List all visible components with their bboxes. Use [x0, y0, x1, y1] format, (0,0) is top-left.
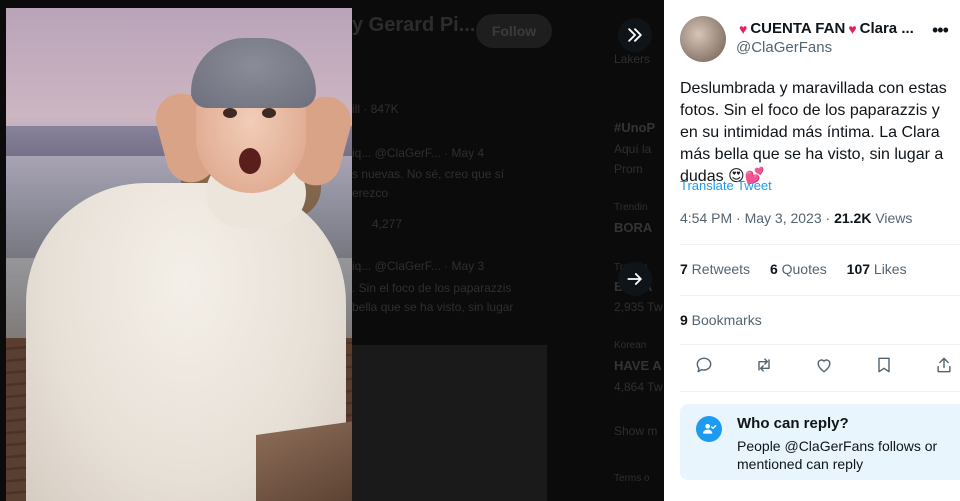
heart-emoji: ♥: [739, 20, 748, 37]
next-media-button[interactable]: [618, 262, 652, 296]
translate-tweet-link[interactable]: Translate Tweet: [680, 178, 772, 193]
background-side-line: 4,864 Tw: [614, 380, 663, 394]
divider: [680, 391, 960, 392]
author-name-text: CUENTA FAN: [750, 20, 846, 37]
author-name-suffix: Clara ...: [859, 20, 914, 37]
divider: [680, 344, 960, 345]
tweet-actions: [694, 355, 954, 380]
likes-label: Likes: [870, 261, 907, 277]
author-name[interactable]: ♥ CUENTA FAN ♥ Clara ...: [736, 20, 914, 37]
background-side-line: Trendin: [614, 202, 648, 213]
background-line: iq... @ClaGerF... · May 4: [352, 146, 485, 160]
retweet-button[interactable]: [754, 355, 774, 380]
divider: [680, 295, 960, 296]
divider: [680, 244, 960, 245]
tweet-photo[interactable]: [6, 8, 352, 501]
author-meta: ♥ CUENTA FAN ♥ Clara ... @ClaGerFans: [736, 20, 914, 62]
who-can-reply-title: Who can reply?: [737, 415, 849, 432]
quotes-label: Quotes: [777, 261, 827, 277]
reply-icon: [696, 357, 712, 373]
share-icon: [937, 357, 951, 373]
tweet-author[interactable]: ♥ CUENTA FAN ♥ Clara ... @ClaGerFans: [680, 16, 914, 62]
retweets-stat[interactable]: 7 Retweets: [680, 261, 750, 277]
retweets-label: Retweets: [687, 261, 751, 277]
background-line: erezco: [352, 186, 389, 200]
background-profile-title: y Gerard Pi...: [352, 14, 476, 36]
background-timeline: y Gerard Pi... Follow ill · 847K iq... @…: [352, 0, 664, 501]
quotes-count: 6: [769, 261, 778, 277]
background-side-line: Prom: [614, 162, 643, 176]
share-button[interactable]: [934, 355, 954, 380]
who-can-reply-description: People @ClaGerFans follows or mentioned …: [737, 438, 938, 472]
reply-button[interactable]: [694, 355, 714, 380]
like-button[interactable]: [814, 355, 834, 380]
background-line: 4,277: [372, 217, 403, 231]
media-viewer: y Gerard Pi... Follow ill · 847K iq... @…: [0, 0, 664, 501]
retweet-icon: [758, 358, 770, 372]
background-line: iq... @ClaGerF... · May 3: [352, 259, 485, 273]
who-can-reply-box: Who can reply? People @ClaGerFans follow…: [680, 404, 960, 480]
background-side-line: #UnoP: [614, 120, 656, 135]
background-side-line: BORA: [614, 220, 653, 235]
engagement-stats: 7 Retweets 6 Quotes 107 Likes: [680, 261, 923, 277]
tweet-detail-panel: ♥ CUENTA FAN ♥ Clara ... @ClaGerFans •••…: [664, 0, 960, 501]
background-image: [352, 345, 547, 501]
tweet-text: Deslumbrada y maravillada con estas foto…: [680, 80, 947, 185]
bookmarks-label: Bookmarks: [687, 312, 762, 328]
background-side-line: Lakers: [614, 52, 651, 66]
background-side-line: Show m: [614, 424, 658, 438]
background-side-line: HAVE A: [614, 358, 662, 373]
collapse-icon: [628, 28, 642, 42]
views-count: 21.2K: [834, 210, 872, 226]
background-line: ill · 847K: [352, 102, 399, 116]
background-side-line: Aquí la: [614, 142, 652, 156]
bookmark-icon: [878, 357, 890, 373]
avatar[interactable]: [680, 16, 726, 62]
person-check-icon: [696, 416, 722, 442]
collapse-panel-button[interactable]: [618, 18, 652, 52]
background-side-line: Terms o: [614, 473, 650, 484]
bookmarks-stat[interactable]: 9 Bookmarks: [680, 312, 762, 328]
author-handle[interactable]: @ClaGerFans: [736, 39, 914, 56]
bookmarks-count: 9: [680, 312, 688, 328]
arrow-right-icon: [627, 273, 642, 285]
background-line: . Sin el foco de los paparazzis: [352, 281, 512, 295]
tweet-time[interactable]: 4:54 PM · May 3, 2023 ·: [680, 210, 834, 226]
bookmark-button[interactable]: [874, 355, 894, 380]
background-side-line: Korean: [614, 340, 647, 351]
more-options-button[interactable]: •••: [932, 20, 949, 41]
views-label: Views: [871, 210, 913, 226]
like-icon: [817, 359, 831, 373]
likes-count: 107: [846, 261, 871, 277]
background-line: bella que se ha visto, sin lugar: [352, 300, 514, 314]
likes-stat[interactable]: 107 Likes: [847, 261, 907, 277]
background-line: s nuevas. No sé, creo que sí: [352, 167, 505, 181]
heart-emoji: ♥: [848, 20, 857, 37]
retweets-count: 7: [680, 261, 688, 277]
background-follow-button: Follow: [476, 14, 552, 48]
tweet-timestamp-views: 4:54 PM · May 3, 2023 · 21.2K Views: [680, 210, 912, 226]
quotes-stat[interactable]: 6 Quotes: [770, 261, 827, 277]
background-side-line: 2,935 Tw: [614, 300, 663, 314]
